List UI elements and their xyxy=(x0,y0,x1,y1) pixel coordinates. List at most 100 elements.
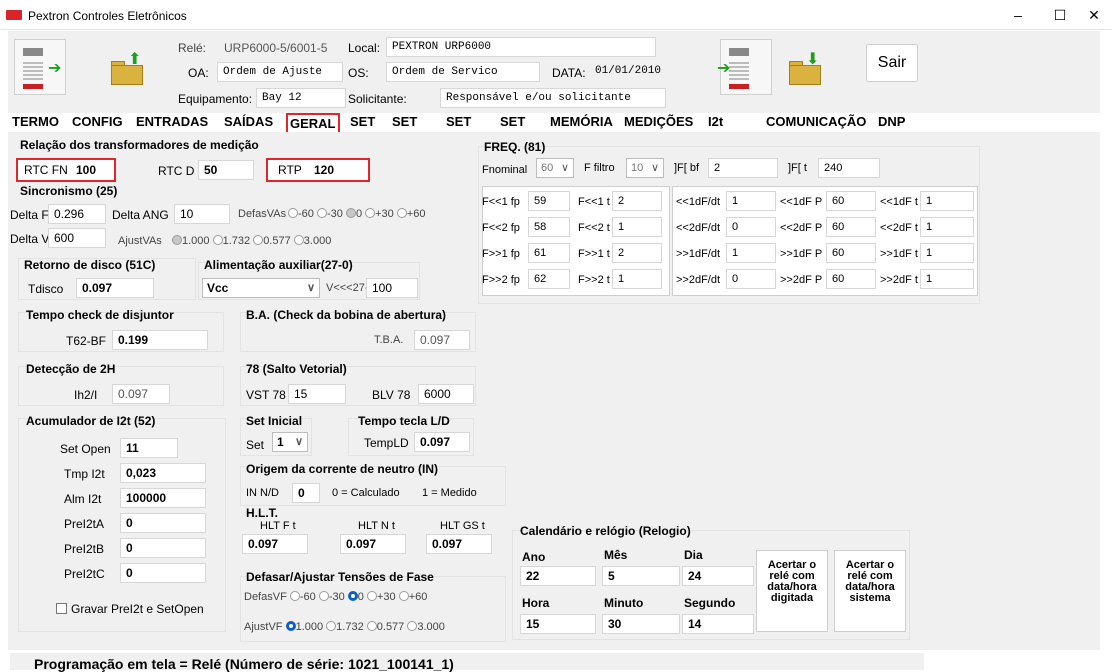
tab-geral[interactable]: GERAL xyxy=(286,113,340,133)
os-input[interactable]: Ordem de Servico xyxy=(386,62,540,82)
tdisco-input[interactable]: 0.097 xyxy=(76,278,154,298)
tab-i2t[interactable]: I2t (52) xyxy=(706,113,733,147)
deltav-input[interactable]: 600 xyxy=(48,228,106,248)
defas-vf-radio-m60[interactable] xyxy=(289,591,300,601)
read-relay-icon[interactable]: ➔ xyxy=(14,39,66,95)
tab-config[interactable]: CONFIG xyxy=(70,113,125,133)
local-input[interactable]: PEXTRON URP6000 xyxy=(386,37,656,57)
freq-r-input[interactable]: 60 xyxy=(826,269,876,289)
data-input[interactable]: 01/01/2010 xyxy=(590,62,672,82)
ajust-vf-radio-1000[interactable] xyxy=(285,621,296,631)
tab-set3[interactable]: SET 3 xyxy=(444,113,473,147)
dia-input[interactable]: 24 xyxy=(682,566,754,586)
minimize-button[interactable]: – xyxy=(998,3,1038,27)
freq-r-input[interactable]: 1 xyxy=(920,243,974,263)
segundo-input[interactable]: 14 xyxy=(682,614,754,634)
hlt-n-input[interactable]: 0.097 xyxy=(340,534,406,554)
freq-l-input[interactable]: 62 xyxy=(528,269,570,289)
ajust-vas-radio-3000[interactable] xyxy=(293,235,304,245)
tab-termo[interactable]: TERMO xyxy=(10,113,61,133)
ajust-vas-radio-1000[interactable] xyxy=(172,235,182,245)
freq-l-input[interactable]: 1 xyxy=(612,217,662,237)
minuto-input[interactable]: 30 xyxy=(602,614,680,634)
freq-r-input[interactable]: 0 xyxy=(726,217,776,237)
ajust-vas-radio-0577[interactable] xyxy=(253,235,264,245)
t62bf-input[interactable]: 0.199 xyxy=(112,330,208,350)
freq-r-input[interactable]: 1 xyxy=(920,217,974,237)
set-open-input[interactable]: 11 xyxy=(120,438,178,458)
freq-r-input[interactable]: 1 xyxy=(726,191,776,211)
tab-medicoes[interactable]: MEDIÇÕES xyxy=(622,113,695,133)
tab-comunicacao[interactable]: COMUNICAÇÃO xyxy=(764,113,868,133)
ajust-vas-radio-1732[interactable] xyxy=(212,235,223,245)
deltaf-input[interactable]: 0.296 xyxy=(48,204,106,224)
tab-set4[interactable]: SET 4 xyxy=(498,113,527,147)
rtp-field[interactable]: RTP 120 xyxy=(266,158,370,182)
v27-input[interactable]: 100 xyxy=(366,278,418,298)
defas-vas-radio-m30[interactable] xyxy=(316,208,327,218)
tab-entradas[interactable]: ENTRADAS xyxy=(134,113,210,133)
ajust-vf-radio-0577[interactable] xyxy=(366,621,377,631)
alm-i2t-input[interactable]: 100000 xyxy=(120,488,206,508)
aux-select[interactable]: Vcc ∨ xyxy=(202,278,320,298)
freq-r-input[interactable]: 1 xyxy=(726,243,776,263)
freq-l-input[interactable]: 1 xyxy=(612,269,662,289)
tab-set2[interactable]: SET 2 xyxy=(390,113,419,147)
setini-select[interactable]: 1 ∨ xyxy=(272,432,308,452)
mes-input[interactable]: 5 xyxy=(602,566,680,586)
fnom-select[interactable]: 60 ∨ xyxy=(536,158,574,178)
hora-input[interactable]: 15 xyxy=(520,614,596,634)
tmp-i2t-input[interactable]: 0,023 xyxy=(120,463,206,483)
tba-input[interactable]: 0.097 xyxy=(414,330,470,350)
templd-input[interactable]: 0.097 xyxy=(414,432,470,452)
write-relay-icon[interactable]: ➔ xyxy=(717,39,772,95)
ih2-input[interactable]: 0.097 xyxy=(112,384,170,404)
tab-set1[interactable]: SET 1 xyxy=(348,113,377,147)
save-file-icon[interactable]: ⬇ xyxy=(786,51,826,89)
freq-r-input[interactable]: 60 xyxy=(826,191,876,211)
freq-l-input[interactable]: 59 xyxy=(528,191,570,211)
defas-vas-radio-p30[interactable] xyxy=(365,208,376,218)
ffiltro-select[interactable]: 10 ∨ xyxy=(626,158,664,178)
freq-l-input[interactable]: 2 xyxy=(612,243,662,263)
rtcfn-field[interactable]: RTC FN 100 xyxy=(16,158,116,182)
defas-vf-radio-0[interactable] xyxy=(347,591,358,601)
freq-l-input[interactable]: 2 xyxy=(612,191,662,211)
pre-i2tb-input[interactable]: 0 xyxy=(120,538,206,558)
defas-vf-radio-p30[interactable] xyxy=(366,591,377,601)
tab-dnp[interactable]: DNP xyxy=(876,113,907,133)
close-button[interactable]: ✕ xyxy=(1074,3,1112,27)
innd-input[interactable]: 0 xyxy=(292,483,320,503)
acertar-digitada-button[interactable]: Acertar o relé com data/hora digitada xyxy=(756,550,828,632)
gravar-checkbox[interactable]: Gravar PreI2t e SetOpen xyxy=(56,602,204,616)
ano-input[interactable]: 22 xyxy=(520,566,596,586)
equipamento-input[interactable]: Bay 12 xyxy=(256,88,346,108)
defas-vas-radio-m60[interactable] xyxy=(288,208,298,218)
defas-vas-radio-0[interactable] xyxy=(345,208,356,218)
pre-i2tc-input[interactable]: 0 xyxy=(120,563,206,583)
oa-input[interactable]: Ordem de Ajuste xyxy=(217,62,343,82)
ft-input[interactable]: 240 xyxy=(818,158,880,178)
defas-vas-radio-p60[interactable] xyxy=(396,208,407,218)
freq-r-input[interactable]: 1 xyxy=(920,269,974,289)
hlt-f-input[interactable]: 0.097 xyxy=(242,534,308,554)
hlt-gs-input[interactable]: 0.097 xyxy=(426,534,492,554)
acertar-sistema-button[interactable]: Acertar o relé com data/hora sistema xyxy=(834,550,906,632)
pre-i2ta-input[interactable]: 0 xyxy=(120,513,206,533)
freq-r-input[interactable]: 1 xyxy=(920,191,974,211)
ajust-vf-radio-3000[interactable] xyxy=(407,621,418,631)
defas-vf-radio-p60[interactable] xyxy=(398,591,409,601)
tab-saidas[interactable]: SAÍDAS xyxy=(222,113,275,133)
solicitante-input[interactable]: Responsável e/ou solicitante xyxy=(440,88,666,108)
vst-input[interactable]: 15 xyxy=(288,384,346,404)
open-file-icon[interactable]: ⬆ xyxy=(108,51,148,89)
rtcd-input[interactable]: 50 xyxy=(198,160,254,180)
bf-input[interactable]: 2 xyxy=(708,158,778,178)
tab-memoria[interactable]: MEMÓRIA xyxy=(548,113,615,133)
freq-l-input[interactable]: 58 xyxy=(528,217,570,237)
freq-r-input[interactable]: 0 xyxy=(726,269,776,289)
freq-r-input[interactable]: 60 xyxy=(826,217,876,237)
deltaang-input[interactable]: 10 xyxy=(174,204,230,224)
blv-input[interactable]: 6000 xyxy=(418,384,474,404)
freq-l-input[interactable]: 61 xyxy=(528,243,570,263)
